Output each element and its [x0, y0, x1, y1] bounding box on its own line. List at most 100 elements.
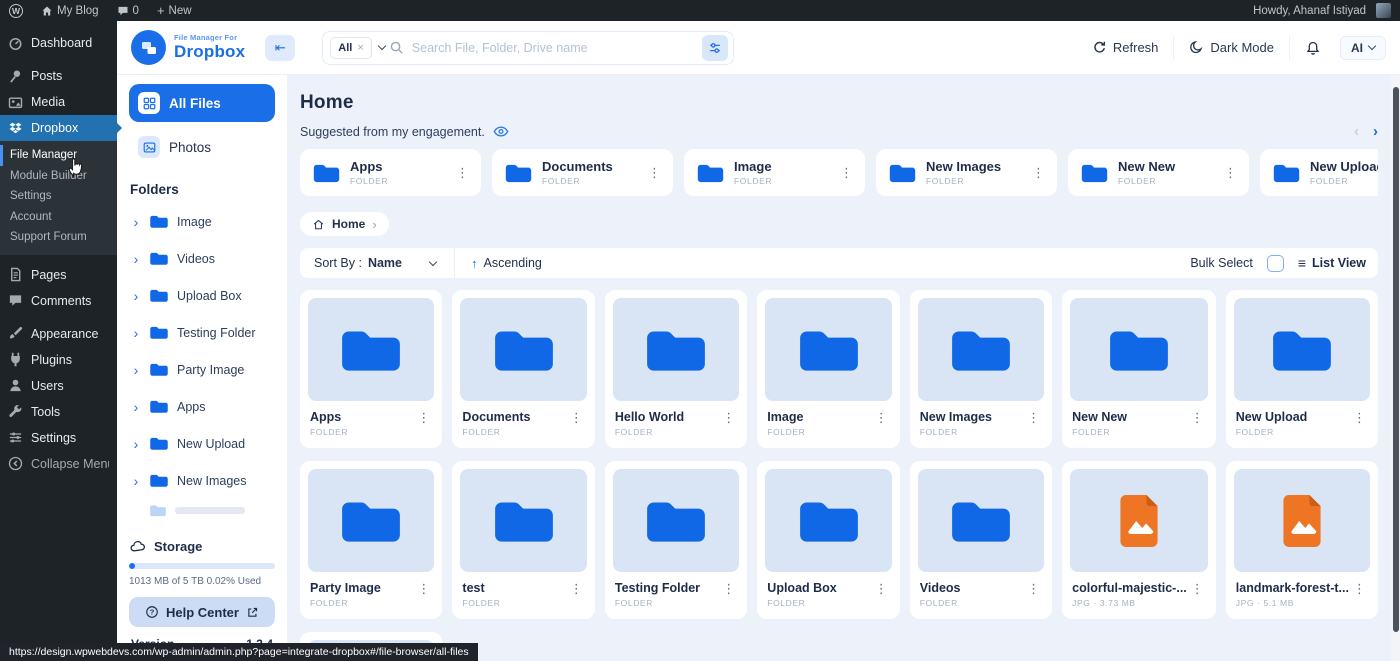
sidebar-item-users[interactable]: Users [0, 373, 117, 399]
file-card[interactable]: colorful-majestic-... JPG · 3.73 MB ⋮ [1062, 461, 1216, 619]
folder-tree-item[interactable]: › Apps [129, 388, 275, 425]
help-center-button[interactable]: ? Help Center [129, 597, 275, 627]
more-options-icon[interactable]: ⋮ [718, 581, 739, 597]
sidebar-item-posts[interactable]: Posts [0, 63, 117, 89]
more-options-icon[interactable]: ⋮ [1028, 165, 1049, 181]
suggested-card[interactable]: New New FOLDER ⋮ [1068, 149, 1249, 196]
submenu-file-manager[interactable]: File Manager [0, 145, 117, 166]
chevron-down-icon[interactable] [378, 42, 386, 50]
sidebar-item-dashboard[interactable]: Dashboard [0, 30, 117, 56]
suggested-card[interactable]: New Images FOLDER ⋮ [876, 149, 1057, 196]
sidebar-item-comments[interactable]: Comments [0, 288, 117, 314]
chevron-right-icon[interactable]: › [131, 325, 141, 341]
nav-all-files[interactable]: All Files [129, 84, 275, 122]
submenu-module-builder[interactable]: Module Builder [0, 166, 117, 187]
folder-tree-item[interactable]: › Videos [129, 240, 275, 277]
folder-tree-item[interactable]: › New Upload [129, 425, 275, 462]
sidebar-item-plugins[interactable]: Plugins [0, 347, 117, 373]
file-card[interactable]: Videos FOLDER ⋮ [910, 461, 1052, 619]
file-card[interactable]: Testing Folder FOLDER ⋮ [605, 461, 747, 619]
wp-logo-menu[interactable]: W [0, 0, 32, 21]
suggested-card[interactable]: Documents FOLDER ⋮ [492, 149, 673, 196]
advanced-filter-button[interactable] [702, 35, 728, 61]
sidebar-item-pages[interactable]: Pages [0, 262, 117, 288]
breadcrumb[interactable]: Home › [300, 212, 389, 236]
next-arrow-icon[interactable]: › [1373, 123, 1378, 140]
search-filter-tag[interactable]: All × [330, 37, 372, 59]
more-options-icon[interactable]: ⋮ [1187, 581, 1208, 597]
sort-order-toggle[interactable]: ↑ Ascending [455, 256, 558, 271]
file-card[interactable]: test FOLDER ⋮ [452, 461, 594, 619]
file-card[interactable]: Image FOLDER ⋮ [757, 290, 899, 448]
search-bar[interactable]: All × Search File, Folder, Drive name [322, 31, 734, 65]
more-options-icon[interactable]: ⋮ [1349, 581, 1370, 597]
more-options-icon[interactable]: ⋮ [1187, 410, 1208, 426]
more-options-icon[interactable]: ⋮ [1023, 581, 1044, 597]
eye-icon[interactable] [493, 125, 509, 138]
file-card[interactable]: Upload Box FOLDER ⋮ [757, 461, 899, 619]
sidebar-item-media[interactable]: Media [0, 89, 117, 115]
chevron-right-icon[interactable]: › [131, 399, 141, 415]
sidebar-item-appearance[interactable]: Appearance [0, 321, 117, 347]
sidebar-item-dropbox[interactable]: Dropbox [0, 115, 117, 141]
file-card[interactable]: landmark-forest-t... JPG · 5.1 MB ⋮ [1226, 461, 1378, 619]
folder-tree-item[interactable]: › New Images [129, 462, 275, 499]
site-name-link[interactable]: My Blog [32, 0, 108, 21]
folder-tree-item[interactable]: › Upload Box [129, 277, 275, 314]
more-options-icon[interactable]: ⋮ [871, 581, 892, 597]
folder-tree-item[interactable]: › Image [129, 203, 275, 240]
more-options-icon[interactable]: ⋮ [413, 410, 434, 426]
folder-tree-item[interactable]: › Testing Folder [129, 314, 275, 351]
remove-tag-icon[interactable]: × [357, 42, 363, 54]
file-card[interactable]: Apps FOLDER ⋮ [300, 290, 442, 448]
notifications-button[interactable] [1289, 36, 1336, 60]
scrollbar-thumb[interactable] [1393, 87, 1399, 632]
breadcrumb-home[interactable]: Home [332, 217, 365, 231]
more-options-icon[interactable]: ⋮ [566, 581, 587, 597]
submenu-support-forum[interactable]: Support Forum [0, 227, 117, 248]
more-options-icon[interactable]: ⋮ [452, 165, 473, 181]
sidebar-item-tools[interactable]: Tools [0, 399, 117, 425]
file-card[interactable]: Party Image FOLDER ⋮ [300, 461, 442, 619]
suggested-card[interactable]: Apps FOLDER ⋮ [300, 149, 481, 196]
file-card[interactable]: New Upload FOLDER ⋮ [1226, 290, 1378, 448]
more-options-icon[interactable]: ⋮ [718, 410, 739, 426]
ai-dropdown[interactable]: AI [1340, 36, 1386, 60]
more-options-icon[interactable]: ⋮ [836, 165, 857, 181]
prev-arrow-icon[interactable]: ‹ [1354, 123, 1359, 140]
file-card[interactable]: Documents FOLDER ⋮ [452, 290, 594, 448]
list-view-toggle[interactable]: ≡ List View [1298, 255, 1366, 271]
new-content-menu[interactable]: + New [148, 0, 201, 21]
sort-by-dropdown[interactable]: Sort By : Name [300, 248, 455, 278]
submenu-settings[interactable]: Settings [0, 186, 117, 207]
sidebar-item-collapse-menu[interactable]: Collapse Menu [0, 451, 117, 477]
bulk-select-checkbox[interactable] [1267, 255, 1284, 272]
more-options-icon[interactable]: ⋮ [644, 165, 665, 181]
chevron-right-icon[interactable]: › [131, 436, 141, 452]
suggested-card[interactable]: New Upload FOLDER ⋮ [1260, 149, 1378, 196]
folder-tree-item[interactable]: › Party Image [129, 351, 275, 388]
more-options-icon[interactable]: ⋮ [871, 410, 892, 426]
chevron-right-icon[interactable]: › [131, 362, 141, 378]
file-card[interactable]: New Images FOLDER ⋮ [910, 290, 1052, 448]
chevron-right-icon[interactable]: › [131, 288, 141, 304]
file-card[interactable]: Hello World FOLDER ⋮ [605, 290, 747, 448]
sidebar-item-settings[interactable]: Settings [0, 425, 117, 451]
more-options-icon[interactable]: ⋮ [1349, 410, 1370, 426]
account-menu[interactable]: Howdy, Ahanaf Istiyad [1244, 0, 1400, 21]
chevron-right-icon[interactable]: › [131, 251, 141, 267]
suggested-card[interactable]: Image FOLDER ⋮ [684, 149, 865, 196]
nav-photos[interactable]: Photos [129, 128, 275, 166]
more-options-icon[interactable]: ⋮ [413, 581, 434, 597]
search-input[interactable]: Search File, Folder, Drive name [412, 41, 703, 55]
more-options-icon[interactable]: ⋮ [1220, 165, 1241, 181]
dark-mode-toggle[interactable]: Dark Mode [1173, 36, 1289, 60]
file-card[interactable]: New New FOLDER ⋮ [1062, 290, 1216, 448]
comments-shortcut[interactable]: 0 [108, 0, 148, 21]
collapse-sidebar-button[interactable]: ⇤ [265, 35, 295, 61]
page-scrollbar[interactable] [1391, 75, 1400, 661]
more-options-icon[interactable]: ⋮ [1023, 410, 1044, 426]
submenu-account[interactable]: Account [0, 207, 117, 228]
chevron-right-icon[interactable]: › [131, 214, 141, 230]
more-options-icon[interactable]: ⋮ [566, 410, 587, 426]
